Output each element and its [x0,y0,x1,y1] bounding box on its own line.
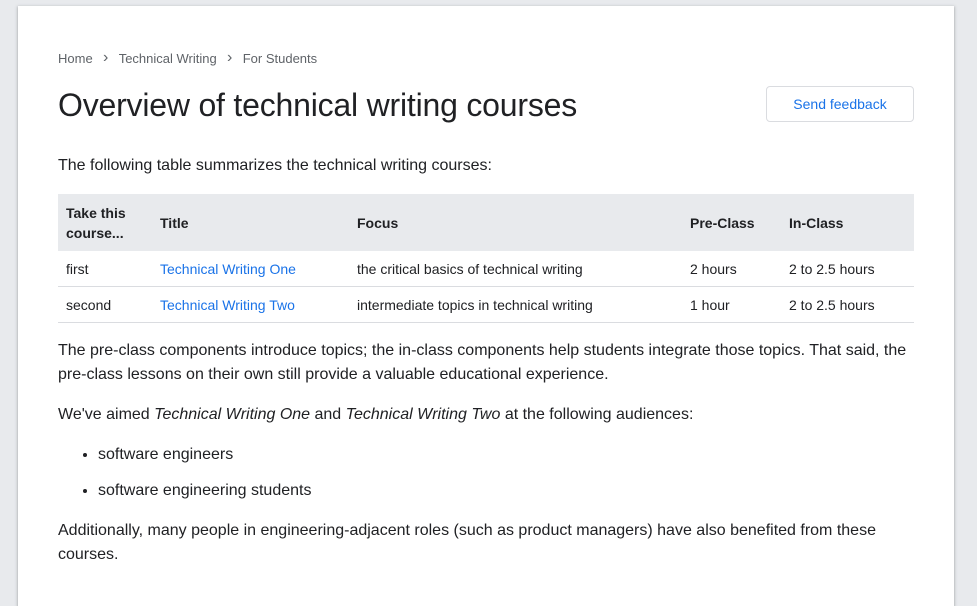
header-title: Title [152,194,349,251]
cell-focus: intermediate topics in technical writing [349,286,682,323]
audience-list: software engineers software engineering … [58,443,311,515]
page-card: Home › Technical Writing › For Students … [18,6,954,606]
audience-intro-joiner: and [310,406,346,423]
cell-title: Technical Writing Two [152,286,349,323]
course-link-technical-writing-one[interactable]: Technical Writing One [160,261,296,277]
header-pre-class: Pre-Class [682,194,781,251]
list-item: software engineering students [98,479,311,503]
send-feedback-button[interactable]: Send feedback [766,86,914,122]
header-in-class: In-Class [781,194,914,251]
table-row: second Technical Writing Two intermediat… [58,286,914,323]
cell-in-class: 2 to 2.5 hours [781,286,914,323]
audience-intro-prefix: We've aimed [58,406,155,423]
cell-focus: the critical basics of technical writing [349,251,682,287]
cell-in-class: 2 to 2.5 hours [781,251,914,287]
course-name-one: Technical Writing One [154,406,311,423]
additional-paragraph: Additionally, many people in engineering… [58,522,876,563]
courses-table: Take this course... Title Focus Pre-Clas… [58,194,914,323]
list-item: software engineers [98,443,311,467]
course-link-technical-writing-two[interactable]: Technical Writing Two [160,297,295,313]
cell-pre-class: 1 hour [682,286,781,323]
cell-title: Technical Writing One [152,251,349,287]
intro-text: The following table summarizes the techn… [58,157,492,174]
breadcrumb-technical-writing[interactable]: Technical Writing [119,51,217,66]
pre-class-paragraph: The pre-class components introduce topic… [58,342,907,383]
audience-intro-suffix: at the following audiences: [500,406,694,423]
title-row: Overview of technical writing courses Se… [58,84,914,128]
cell-pre-class: 2 hours [682,251,781,287]
breadcrumb-home[interactable]: Home [58,51,93,66]
chevron-right-icon: › [103,49,109,66]
table-header-row: Take this course... Title Focus Pre-Clas… [58,194,914,251]
breadcrumb-for-students[interactable]: For Students [243,51,317,66]
course-name-two: Technical Writing Two [345,406,501,423]
table-row: first Technical Writing One the critical… [58,251,914,287]
audience-intro: We've aimed Technical Writing One and Te… [58,403,914,427]
header-take-this-course: Take this course... [58,194,152,251]
cell-order: first [58,251,152,287]
header-focus: Focus [349,194,682,251]
cell-order: second [58,286,152,323]
breadcrumb: Home › Technical Writing › For Students [58,50,317,66]
chevron-right-icon: › [227,49,233,66]
